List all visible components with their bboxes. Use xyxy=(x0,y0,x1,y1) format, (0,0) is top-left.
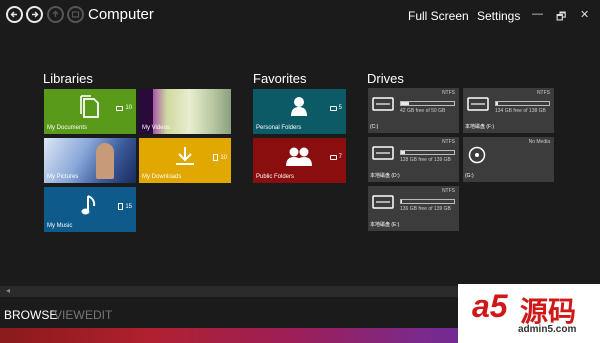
personal-count: 5 xyxy=(329,105,342,111)
hard-drive-icon xyxy=(372,146,394,160)
tile-label: My Downloads xyxy=(142,174,182,180)
folder-icon xyxy=(329,105,337,111)
forward-button[interactable] xyxy=(26,6,43,23)
arrow-up-icon xyxy=(52,10,59,17)
usage-bar-fill xyxy=(401,151,406,154)
tile-label: My Pictures xyxy=(47,174,79,180)
usage-bar xyxy=(400,199,455,204)
tile-my-pictures[interactable]: My Pictures xyxy=(44,138,136,183)
folder-icon xyxy=(116,105,124,111)
tab-browse[interactable]: BROWSE xyxy=(4,308,57,322)
usage-bar xyxy=(400,101,455,106)
usage-bar-fill xyxy=(401,200,403,203)
scroll-left-button[interactable]: ◂ xyxy=(6,286,10,295)
filesystem-label: NTFS xyxy=(441,139,455,145)
watermark-logo: a5 源码 admin5.com xyxy=(458,284,600,343)
window-icon xyxy=(71,11,80,18)
tile-label: Public Folders xyxy=(256,174,295,180)
tile-my-documents[interactable]: 10 My Documents xyxy=(44,89,136,134)
tile-label: My Videos xyxy=(142,125,170,131)
drive-c[interactable]: NTFS 42 GB free of 50 GB (C:) xyxy=(368,88,459,133)
drive-name: 本地磁盘 (E:) xyxy=(370,222,400,228)
drive-g[interactable]: No Media (G:) xyxy=(463,137,554,182)
drive-f[interactable]: NTFS 134 GB free of 138 GB 本地磁盘 (F:) xyxy=(463,88,554,133)
usage-bar xyxy=(495,101,550,106)
usage-bar xyxy=(400,150,455,155)
music-count: 15 xyxy=(118,203,132,210)
arrow-right-icon xyxy=(32,11,39,18)
hard-drive-icon xyxy=(467,97,489,111)
document-small-icon xyxy=(118,203,124,210)
picture-thumbnail xyxy=(96,143,114,179)
tile-my-music[interactable]: 15 My Music xyxy=(44,187,136,232)
users-icon xyxy=(286,147,312,166)
document-small-icon xyxy=(213,154,219,161)
usage-bar-fill xyxy=(401,102,410,105)
drive-name: 本地磁盘 (F:) xyxy=(465,124,495,130)
tile-label: My Music xyxy=(47,223,73,229)
drive-name: 本地磁盘 (D:) xyxy=(370,173,400,179)
free-space-text: 136 GB free of 139 GB xyxy=(400,206,451,212)
restore-button[interactable]: 🗗 xyxy=(556,8,566,27)
watermark-url: admin5.com xyxy=(518,324,577,335)
user-icon xyxy=(291,97,307,116)
usage-bar-fill xyxy=(496,102,498,105)
close-button[interactable]: ✕ xyxy=(580,8,589,21)
fullscreen-button[interactable]: Full Screen xyxy=(408,9,469,23)
home-button[interactable] xyxy=(67,6,84,23)
tile-public-folders[interactable]: 7 Public Folders xyxy=(253,138,346,183)
drive-name: (C:) xyxy=(370,124,379,130)
free-space-text: 42 GB free of 50 GB xyxy=(400,108,446,114)
up-button[interactable] xyxy=(47,6,64,23)
optical-disc-icon xyxy=(468,146,486,164)
filesystem-label: NTFS xyxy=(441,90,455,96)
back-button[interactable] xyxy=(6,6,23,23)
libraries-heading: Libraries xyxy=(43,71,93,86)
download-icon xyxy=(176,147,194,165)
tile-personal-folders[interactable]: 5 Personal Folders xyxy=(253,89,346,134)
hard-drive-icon xyxy=(372,97,394,111)
tile-label: Personal Folders xyxy=(256,125,302,131)
public-count: 7 xyxy=(329,154,342,160)
minimize-button[interactable]: — xyxy=(532,8,543,20)
favorites-heading: Favorites xyxy=(253,71,307,86)
tile-my-downloads[interactable]: 10 My Downloads xyxy=(139,138,231,183)
hard-drive-icon xyxy=(372,195,394,209)
tile-my-videos[interactable]: My Videos xyxy=(139,89,231,134)
documents-count: 10 xyxy=(116,105,132,111)
tab-view[interactable]: VIEW xyxy=(54,308,85,322)
arrow-left-icon xyxy=(10,11,17,18)
filesystem-label: No Media xyxy=(528,139,550,145)
free-space-text: 128 GB free of 139 GB xyxy=(400,157,451,163)
drive-e[interactable]: NTFS 136 GB free of 139 GB 本地磁盘 (E:) xyxy=(368,186,459,231)
window-title: Computer xyxy=(88,6,154,23)
watermark-brand: a5 xyxy=(472,288,508,324)
free-space-text: 134 GB free of 138 GB xyxy=(495,108,546,114)
filesystem-label: NTFS xyxy=(536,90,550,96)
music-note-icon xyxy=(81,195,96,215)
drives-heading: Drives xyxy=(367,71,404,86)
document-icon xyxy=(80,95,99,118)
tab-edit[interactable]: EDIT xyxy=(85,308,112,322)
settings-button[interactable]: Settings xyxy=(477,9,520,23)
drive-name: (G:) xyxy=(465,173,474,179)
downloads-count: 10 xyxy=(213,154,227,161)
drive-d[interactable]: NTFS 128 GB free of 139 GB 本地磁盘 (D:) xyxy=(368,137,459,182)
tile-label: My Documents xyxy=(47,125,88,131)
folder-icon xyxy=(329,154,337,160)
filesystem-label: NTFS xyxy=(441,188,455,194)
